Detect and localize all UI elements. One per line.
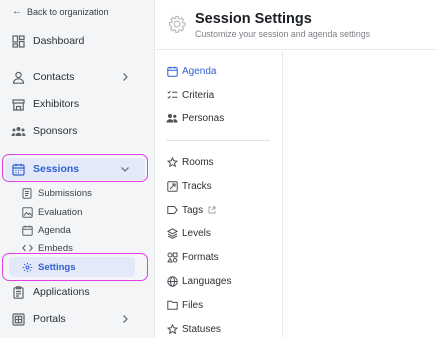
menu-item-statuses[interactable]: Statuses bbox=[156, 319, 283, 338]
external-link-icon bbox=[208, 206, 216, 214]
page-subtitle: Customize your session and agenda settin… bbox=[195, 29, 371, 39]
menu-item-levels[interactable]: Levels bbox=[156, 223, 283, 243]
back-to-organization-link[interactable]: ← Back to organization bbox=[12, 6, 109, 18]
menu-item-rooms[interactable]: Rooms bbox=[156, 152, 283, 172]
dashboard-icon bbox=[10, 33, 26, 49]
sidebar-item-sponsors[interactable]: Sponsors bbox=[0, 118, 155, 144]
menu-item-label: Rooms bbox=[182, 156, 214, 168]
menu-item-formats[interactable]: Formats bbox=[156, 247, 283, 267]
content-area bbox=[284, 51, 438, 338]
sidebar-item-dashboard[interactable]: Dashboard bbox=[0, 28, 155, 54]
sidebar-item-label: Applications bbox=[33, 286, 90, 298]
sidebar: ← Back to organization Dashboard Contact… bbox=[0, 0, 155, 338]
menu-item-label: Tracks bbox=[182, 180, 212, 192]
subitem-submissions[interactable]: Submissions bbox=[0, 184, 155, 202]
sidebar-item-label: Sponsors bbox=[33, 125, 78, 137]
subitem-label: Embeds bbox=[38, 242, 73, 254]
folder-icon bbox=[166, 299, 178, 311]
sidebar-item-sessions[interactable]: Sessions bbox=[0, 156, 155, 182]
sidebar-item-exhibitors[interactable]: Exhibitors bbox=[0, 91, 155, 117]
chevron-right-icon[interactable] bbox=[119, 313, 131, 325]
arrow-left-icon: ← bbox=[12, 6, 22, 17]
people-icon bbox=[166, 112, 178, 124]
subitem-label: Agenda bbox=[38, 224, 71, 236]
star-icon bbox=[166, 323, 178, 335]
tag-icon bbox=[166, 204, 178, 216]
globe-icon bbox=[166, 275, 178, 287]
menu-item-tracks[interactable]: Tracks bbox=[156, 176, 283, 196]
calendar-icon bbox=[10, 161, 26, 177]
sidebar-item-contacts[interactable]: Contacts bbox=[0, 64, 155, 90]
user-icon bbox=[10, 69, 26, 85]
document-icon bbox=[21, 187, 33, 199]
menu-item-label: Languages bbox=[182, 275, 232, 287]
subitem-evaluation[interactable]: Evaluation bbox=[0, 203, 155, 221]
page-header: Session Settings Customize your session … bbox=[156, 0, 438, 50]
sidebar-item-label: Contacts bbox=[33, 71, 75, 83]
clipboard-icon bbox=[10, 284, 26, 300]
menu-item-languages[interactable]: Languages bbox=[156, 271, 283, 291]
menu-item-label: Formats bbox=[182, 251, 219, 263]
sidebar-item-label: Sessions bbox=[33, 163, 80, 175]
rooms-icon bbox=[166, 156, 178, 168]
menu-item-label: Agenda bbox=[182, 65, 217, 77]
sidebar-item-label: Portals bbox=[33, 313, 66, 325]
calendar-icon bbox=[166, 65, 178, 77]
subitem-label: Evaluation bbox=[38, 206, 83, 218]
chevron-down-icon[interactable] bbox=[119, 163, 131, 175]
checklist-icon bbox=[166, 89, 178, 101]
menu-item-personas[interactable]: Personas bbox=[156, 108, 283, 128]
menu-item-label: Levels bbox=[182, 227, 211, 239]
image-icon bbox=[21, 206, 33, 218]
menu-item-label: Files bbox=[182, 299, 204, 311]
sidebar-item-label: Exhibitors bbox=[33, 98, 80, 110]
tracks-icon bbox=[166, 180, 178, 192]
formats-icon bbox=[166, 251, 178, 263]
menu-divider bbox=[166, 140, 270, 141]
menu-item-files[interactable]: Files bbox=[156, 295, 283, 315]
subitem-label: Submissions bbox=[38, 187, 92, 199]
menu-item-label: Personas bbox=[182, 112, 225, 124]
menu-item-label: Criteria bbox=[182, 89, 215, 101]
calendar-small-icon bbox=[21, 224, 33, 236]
menu-item-label: Statuses bbox=[182, 323, 221, 335]
layers-icon bbox=[166, 227, 178, 239]
store-icon bbox=[10, 96, 26, 112]
menu-item-criteria[interactable]: Criteria bbox=[156, 85, 283, 105]
gear-icon bbox=[168, 15, 186, 33]
back-label: Back to organization bbox=[27, 7, 109, 17]
sidebar-item-label: Dashboard bbox=[33, 35, 85, 47]
portal-icon bbox=[10, 311, 26, 327]
subitem-settings[interactable]: Settings bbox=[0, 258, 155, 276]
menu-item-tags[interactable]: Tags bbox=[156, 200, 283, 220]
subitem-label: Settings bbox=[38, 261, 76, 273]
gear-icon bbox=[21, 261, 33, 273]
menu-item-agenda[interactable]: Agenda bbox=[156, 61, 283, 81]
menu-item-label: Tags bbox=[182, 204, 204, 216]
page-title: Session Settings bbox=[195, 11, 312, 27]
sidebar-item-portals[interactable]: Portals bbox=[0, 306, 155, 332]
people-group-icon bbox=[10, 123, 26, 139]
sidebar-item-applications[interactable]: Applications bbox=[0, 279, 155, 305]
settings-menu: Agenda Criteria Personas Rooms Tracks Ta… bbox=[156, 51, 283, 338]
subitem-agenda[interactable]: Agenda bbox=[0, 221, 155, 239]
chevron-right-icon[interactable] bbox=[119, 71, 131, 83]
